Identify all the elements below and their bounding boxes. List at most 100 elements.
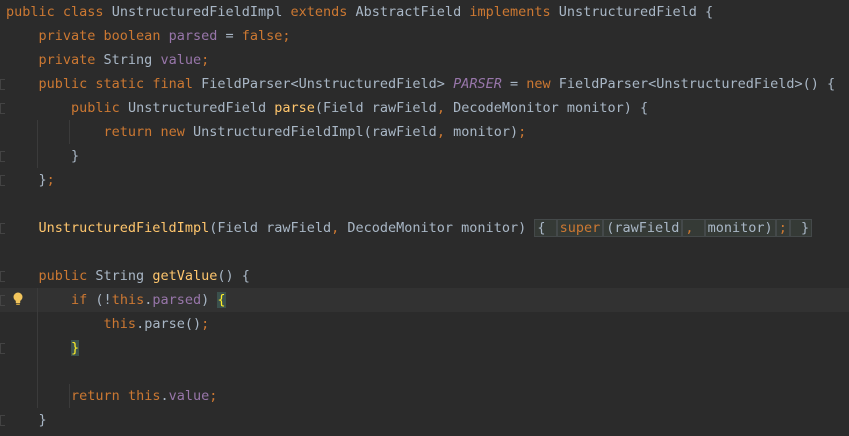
code-token: class — [62, 4, 112, 20]
code-text[interactable]: } — [6, 408, 47, 432]
code-token: public — [38, 76, 96, 92]
fold-marker-icon[interactable] — [0, 295, 5, 306]
code-token: private — [38, 52, 104, 68]
code-token: new — [160, 124, 193, 140]
code-token: UnstructuredField — [127, 100, 275, 116]
code-line[interactable]: } — [0, 408, 849, 432]
code-token: (Field rawField — [314, 100, 437, 116]
fold-marker-icon[interactable] — [0, 223, 5, 234]
code-line[interactable]: } — [0, 144, 849, 168]
code-line[interactable]: }; — [0, 168, 849, 192]
code-token: , — [436, 100, 454, 116]
fold-marker-icon[interactable] — [0, 103, 5, 114]
code-line[interactable]: if (!this.parsed) { — [0, 288, 849, 312]
code-token: } — [789, 219, 813, 237]
code-token: (Field rawField — [209, 220, 332, 236]
code-token: (! — [95, 292, 112, 308]
code-token: if — [71, 292, 96, 308]
code-text[interactable]: if (!this.parsed) { — [6, 288, 226, 312]
code-token: ; — [775, 219, 790, 237]
code-token: value — [168, 388, 210, 404]
code-token: UnstructuredFieldImpl — [111, 4, 291, 20]
fold-marker-icon[interactable] — [0, 79, 5, 90]
code-token: , — [436, 124, 454, 140]
code-line[interactable]: return new UnstructuredFieldImpl(rawFiel… — [0, 120, 849, 144]
code-token: , — [682, 219, 705, 237]
code-text[interactable]: private boolean parsed = false; — [6, 24, 291, 48]
code-line[interactable]: public class UnstructuredFieldImpl exten… — [0, 0, 849, 24]
code-token: ; — [209, 388, 218, 404]
code-token: DecodeMonitor monitor) — [347, 220, 535, 236]
code-token: ; — [46, 172, 55, 188]
fold-marker-icon[interactable] — [0, 343, 5, 354]
code-line[interactable]: return this.value; — [0, 384, 849, 408]
code-token: public — [71, 100, 128, 116]
code-token: this — [127, 388, 161, 404]
code-line[interactable]: public static final FieldParser<Unstruct… — [0, 72, 849, 96]
code-line[interactable] — [0, 192, 849, 216]
fold-marker-icon[interactable] — [0, 151, 5, 162]
code-token: monitor) — [453, 124, 519, 140]
code-line[interactable]: UnstructuredFieldImpl(Field rawField, De… — [0, 216, 849, 240]
code-token: { — [534, 219, 557, 237]
code-token: new — [526, 76, 559, 92]
code-line[interactable] — [0, 360, 849, 384]
code-token: DecodeMonitor monitor) { — [453, 100, 649, 116]
code-text[interactable]: return new UnstructuredFieldImpl(rawFiel… — [6, 120, 527, 144]
code-token: monitor) — [704, 219, 776, 237]
code-line[interactable]: public String getValue() { — [0, 264, 849, 288]
code-line[interactable] — [0, 240, 849, 264]
code-text[interactable]: public class UnstructuredFieldImpl exten… — [6, 0, 713, 24]
code-token: static — [95, 76, 153, 92]
fold-marker-icon[interactable] — [0, 175, 5, 186]
code-token: ; — [518, 124, 527, 140]
code-line[interactable]: public UnstructuredField parse(Field raw… — [0, 96, 849, 120]
code-text[interactable]: private String value; — [6, 48, 210, 72]
code-token: this — [111, 292, 145, 308]
fold-marker-icon[interactable] — [0, 271, 5, 282]
code-token: parsed — [168, 28, 218, 44]
code-token: } — [6, 172, 47, 188]
code-editor[interactable]: public class UnstructuredFieldImpl exten… — [0, 0, 849, 436]
code-token: parse — [274, 100, 315, 116]
code-token: } — [6, 148, 80, 164]
code-token: AbstractField — [355, 4, 470, 20]
code-token: String — [95, 268, 153, 284]
code-token: implements — [469, 4, 559, 20]
code-token: UnstructuredField { — [558, 4, 714, 20]
code-text[interactable]: public UnstructuredField parse(Field raw… — [6, 96, 648, 120]
code-line[interactable]: private String value; — [0, 48, 849, 72]
code-token: public — [6, 4, 63, 20]
code-line[interactable]: this.parse(); — [0, 312, 849, 336]
code-line[interactable]: } — [0, 336, 849, 360]
code-token: } — [71, 340, 80, 356]
code-text[interactable]: public static final FieldParser<Unstruct… — [6, 72, 836, 96]
indent-guide — [37, 288, 38, 408]
code-token: ; — [201, 52, 210, 68]
code-token: false — [241, 28, 283, 44]
code-token: return — [103, 124, 161, 140]
code-token: PARSER — [453, 76, 502, 92]
code-token: (rawField — [603, 219, 683, 237]
code-token: , — [331, 220, 348, 236]
code-token: parsed — [152, 292, 202, 308]
code-text[interactable]: }; — [6, 168, 55, 192]
code-text[interactable]: } — [6, 144, 79, 168]
code-token: . — [160, 388, 169, 404]
code-token: .parse() — [136, 316, 202, 332]
code-token: FieldParser<UnstructuredField>() { — [558, 76, 836, 92]
code-text[interactable]: public String getValue() { — [6, 264, 250, 288]
code-line[interactable]: private boolean parsed = false; — [0, 24, 849, 48]
code-token: { — [217, 292, 226, 308]
code-text[interactable]: } — [6, 336, 80, 360]
code-token: = — [501, 76, 527, 92]
fold-marker-icon[interactable] — [0, 415, 5, 426]
code-text[interactable]: UnstructuredFieldImpl(Field rawField, De… — [6, 216, 813, 240]
